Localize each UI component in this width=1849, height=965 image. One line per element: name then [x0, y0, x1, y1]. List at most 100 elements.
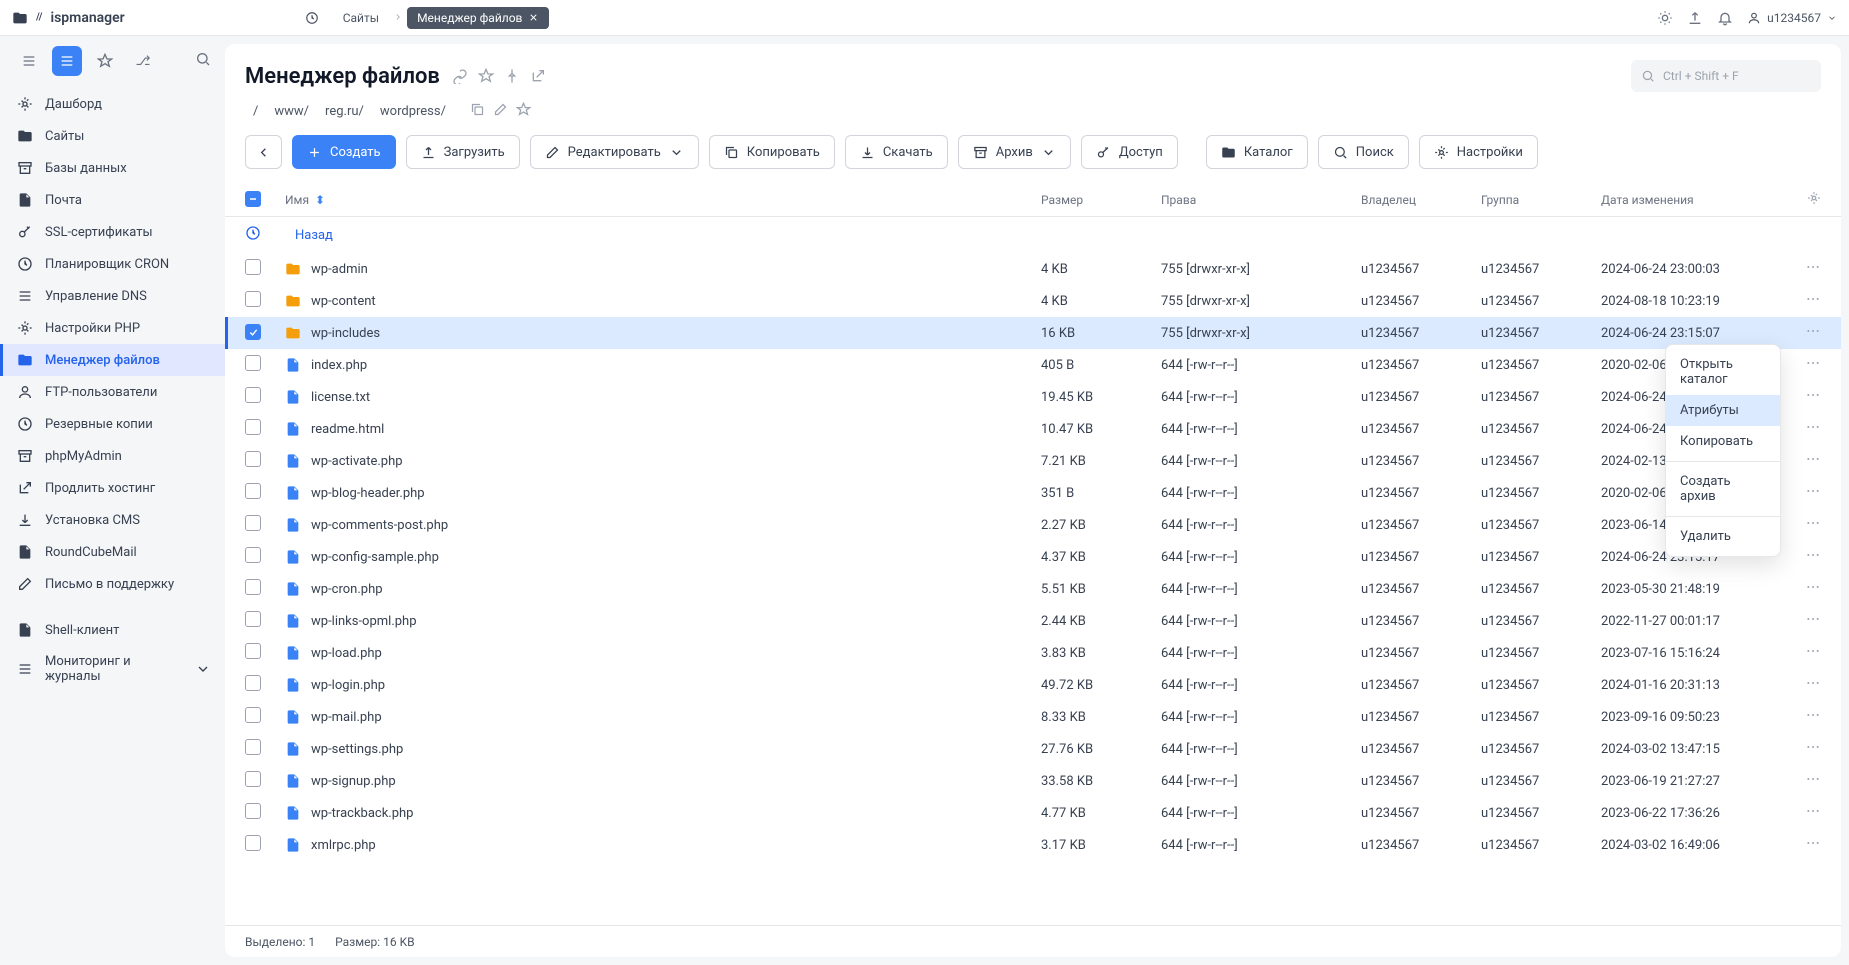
bell-icon[interactable]	[1717, 10, 1733, 26]
row-checkbox[interactable]	[245, 547, 261, 563]
copy-button[interactable]: Копировать	[709, 135, 835, 169]
nav-item-8[interactable]: Менеджер файлов	[0, 344, 225, 376]
upload-button[interactable]: Загрузить	[406, 135, 520, 169]
table-row[interactable]: wp-blog-header.php 351 B 644 [-rw-r--r--…	[225, 477, 1841, 509]
row-menu-icon[interactable]	[1805, 360, 1821, 375]
nav-item-14[interactable]: RoundCubeMail	[0, 536, 225, 568]
table-row[interactable]: wp-content 4 KB 755 [drwxr-xr-x] u123456…	[225, 285, 1841, 317]
access-button[interactable]: Доступ	[1081, 135, 1178, 169]
row-menu-icon[interactable]	[1805, 680, 1821, 695]
upload-icon[interactable]	[1687, 10, 1703, 26]
row-checkbox[interactable]	[245, 419, 261, 435]
row-menu-icon[interactable]	[1805, 616, 1821, 631]
nav-item-1[interactable]: Сайты	[0, 120, 225, 152]
row-menu-icon[interactable]	[1805, 712, 1821, 727]
row-menu-icon[interactable]	[1805, 424, 1821, 439]
col-perm[interactable]: Права	[1161, 193, 1361, 207]
back-row[interactable]: Назад	[225, 217, 1841, 253]
row-checkbox[interactable]	[245, 675, 261, 691]
row-checkbox[interactable]	[245, 611, 261, 627]
select-all-checkbox[interactable]	[245, 191, 261, 207]
nav-item-7[interactable]: Настройки PHP	[0, 312, 225, 344]
edit-button[interactable]: Редактировать	[530, 135, 699, 169]
table-row[interactable]: wp-settings.php 27.76 KB 644 [-rw-r--r--…	[225, 733, 1841, 765]
nav-item-15[interactable]: Письмо в поддержку	[0, 568, 225, 600]
nav-item-10[interactable]: Резервные копии	[0, 408, 225, 440]
ctx-item-2[interactable]: Копировать	[1666, 426, 1780, 457]
link-icon[interactable]	[452, 68, 468, 84]
tab-sites[interactable]: Сайты	[333, 7, 389, 29]
nav-item-3[interactable]: Почта	[0, 184, 225, 216]
row-menu-icon[interactable]	[1805, 648, 1821, 663]
archive-button[interactable]: Архив	[958, 135, 1071, 169]
nav-item-6[interactable]: Управление DNS	[0, 280, 225, 312]
col-date[interactable]: Дата изменения	[1601, 193, 1781, 207]
crumb-1[interactable]: www/	[266, 100, 317, 123]
bc-copy-icon[interactable]	[470, 102, 485, 121]
settings-button[interactable]: Настройки	[1419, 135, 1538, 169]
table-row[interactable]: wp-signup.php 33.58 KB 644 [-rw-r--r--] …	[225, 765, 1841, 797]
row-menu-icon[interactable]	[1805, 488, 1821, 503]
row-menu-icon[interactable]	[1805, 456, 1821, 471]
search-button[interactable]: Поиск	[1318, 135, 1409, 169]
nav-item-13[interactable]: Установка CMS	[0, 504, 225, 536]
nav-item-11[interactable]: phpMyAdmin	[0, 440, 225, 472]
nav-item-12[interactable]: Продлить хостинг	[0, 472, 225, 504]
table-row[interactable]: wp-admin 4 KB 755 [drwxr-xr-x] u1234567 …	[225, 253, 1841, 285]
sidebar-tree-icon[interactable]: ⎇	[128, 46, 158, 76]
close-icon[interactable]	[528, 12, 539, 23]
crumb-3[interactable]: wordpress/	[372, 100, 454, 123]
brand-logo[interactable]: //ispmanager	[12, 10, 125, 26]
bc-star-icon[interactable]	[516, 102, 531, 121]
star-icon[interactable]	[478, 68, 494, 84]
user-menu[interactable]: u1234567	[1747, 11, 1837, 25]
external-icon[interactable]	[530, 68, 546, 84]
table-row[interactable]: wp-mail.php 8.33 KB 644 [-rw-r--r--] u12…	[225, 701, 1841, 733]
col-owner[interactable]: Владелец	[1361, 193, 1481, 207]
table-row[interactable]: wp-load.php 3.83 KB 644 [-rw-r--r--] u12…	[225, 637, 1841, 669]
row-checkbox[interactable]	[245, 739, 261, 755]
table-row[interactable]: wp-includes 16 KB 755 [drwxr-xr-x] u1234…	[225, 317, 1841, 349]
nav-item-9[interactable]: FTP-пользователи	[0, 376, 225, 408]
ctx-item-0[interactable]: Открыть каталог	[1666, 349, 1780, 395]
row-checkbox[interactable]	[245, 355, 261, 371]
row-checkbox[interactable]	[245, 515, 261, 531]
table-row[interactable]: index.php 405 B 644 [-rw-r--r--] u123456…	[225, 349, 1841, 381]
row-menu-icon[interactable]	[1805, 584, 1821, 599]
create-button[interactable]: Создать	[292, 135, 396, 169]
crumb-2[interactable]: reg.ru/	[317, 100, 372, 123]
table-row[interactable]: license.txt 19.45 KB 644 [-rw-r--r--] u1…	[225, 381, 1841, 413]
history-icon[interactable]	[295, 7, 329, 29]
col-gear-icon[interactable]	[1807, 194, 1821, 208]
row-menu-icon[interactable]	[1805, 264, 1821, 279]
row-menu-icon[interactable]	[1805, 808, 1821, 823]
row-checkbox[interactable]	[245, 803, 261, 819]
row-checkbox[interactable]	[245, 483, 261, 499]
table-row[interactable]: wp-config-sample.php 4.37 KB 644 [-rw-r-…	[225, 541, 1841, 573]
row-menu-icon[interactable]	[1805, 296, 1821, 311]
row-checkbox[interactable]	[245, 707, 261, 723]
nav-item-5[interactable]: Планировщик CRON	[0, 248, 225, 280]
col-name[interactable]: Имя ⬍	[285, 193, 1041, 207]
download-button[interactable]: Скачать	[845, 135, 948, 169]
row-menu-icon[interactable]	[1805, 392, 1821, 407]
sidebar-search-icon[interactable]	[195, 51, 211, 71]
nav-item-0[interactable]: Дашборд	[0, 88, 225, 120]
row-checkbox[interactable]	[245, 835, 261, 851]
table-row[interactable]: wp-cron.php 5.51 KB 644 [-rw-r--r--] u12…	[225, 573, 1841, 605]
ctx-item-4[interactable]: Удалить	[1666, 521, 1780, 552]
bc-edit-icon[interactable]	[493, 102, 508, 121]
row-checkbox[interactable]	[245, 387, 261, 403]
table-row[interactable]: wp-trackback.php 4.77 KB 644 [-rw-r--r--…	[225, 797, 1841, 829]
search-input[interactable]: Ctrl + Shift + F	[1631, 60, 1821, 92]
sidebar-view-list-icon[interactable]	[52, 46, 82, 76]
row-checkbox[interactable]	[245, 259, 261, 275]
pin-icon[interactable]	[504, 68, 520, 84]
nav-item-2[interactable]: Базы данных	[0, 152, 225, 184]
col-group[interactable]: Группа	[1481, 193, 1601, 207]
sidebar-fav-icon[interactable]	[90, 46, 120, 76]
tab-filemanager[interactable]: Менеджер файлов	[407, 7, 549, 29]
table-row[interactable]: wp-comments-post.php 2.27 KB 644 [-rw-r-…	[225, 509, 1841, 541]
row-checkbox[interactable]	[245, 451, 261, 467]
table-row[interactable]: readme.html 10.47 KB 644 [-rw-r--r--] u1…	[225, 413, 1841, 445]
